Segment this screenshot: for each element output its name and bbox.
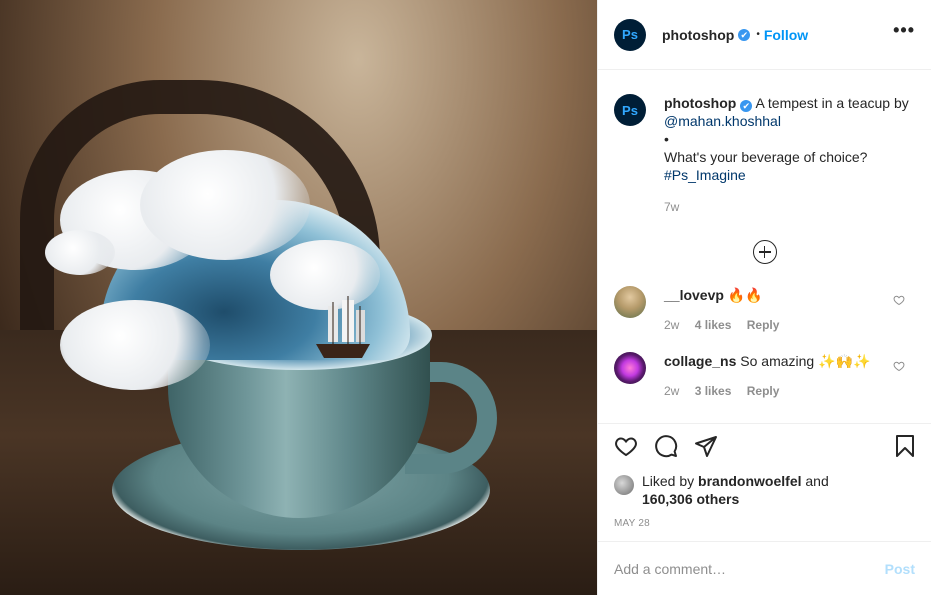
caption-bullet: • <box>664 131 669 147</box>
verified-badge-icon: ✔ <box>740 100 753 112</box>
comment-age: 2w <box>664 318 680 332</box>
likes-summary: Liked by brandonwoelfel and 160,306 othe… <box>598 472 931 508</box>
comment-text: So amazing ✨🙌✨ <box>740 353 871 369</box>
load-more-comments <box>614 240 915 264</box>
comment-age: 2w <box>664 384 680 398</box>
comment-body: collage_ns So amazing ✨🙌✨ 2w 3 likes Rep… <box>664 352 870 400</box>
comment-username[interactable]: collage_ns <box>664 353 736 369</box>
bookmark-icon[interactable] <box>893 434 917 458</box>
caption-mention-link[interactable]: @mahan.khoshhal <box>664 112 909 130</box>
comment-avatar[interactable] <box>614 352 646 384</box>
caption-author[interactable]: photoshop <box>664 95 736 111</box>
comment-body: __lovevp 🔥🔥 2w 4 likes Reply <box>664 286 791 334</box>
instagram-post-view: Ps photoshop ✔ • Follow ••• Ps photoshop… <box>0 0 931 595</box>
comment-reply-button[interactable]: Reply <box>747 318 780 332</box>
likes-others-link[interactable]: 160,306 others <box>642 491 739 507</box>
small-heart-icon[interactable] <box>893 294 905 306</box>
likes-and: and <box>805 473 829 489</box>
add-comment-bar: Post <box>598 541 931 595</box>
caption-body: photoshop ✔ A tempest in a teacup by @mah… <box>664 94 909 216</box>
comment-item: __lovevp 🔥🔥 2w 4 likes Reply <box>614 286 915 334</box>
caption-question: What's your beverage of choice? <box>664 149 868 165</box>
caption-text: A tempest in a teacup by <box>755 95 909 111</box>
avatar-label: Ps <box>622 27 638 42</box>
small-heart-icon[interactable] <box>893 360 905 372</box>
comment-item: collage_ns So amazing ✨🙌✨ 2w 3 likes Rep… <box>614 352 915 400</box>
post-actions-bar <box>598 424 931 472</box>
post-sidebar: Ps photoshop ✔ • Follow ••• Ps photoshop… <box>597 0 931 595</box>
likes-prefix: Liked by <box>642 473 695 489</box>
caption-age: 7w <box>664 200 680 214</box>
post-caption: Ps photoshop ✔ A tempest in a teacup by @… <box>614 70 915 216</box>
comment-meta: 2w 4 likes Reply <box>664 316 791 334</box>
author-avatar[interactable]: Ps <box>614 18 646 51</box>
ship-illustration <box>316 296 370 358</box>
avatar-label: Ps <box>622 102 638 118</box>
caption-author-avatar[interactable]: Ps <box>614 94 646 126</box>
post-image[interactable] <box>0 0 597 595</box>
comment-reply-button[interactable]: Reply <box>747 384 780 398</box>
more-options-icon[interactable]: ••• <box>893 21 915 39</box>
comments-section[interactable]: Ps photoshop ✔ A tempest in a teacup by @… <box>598 70 931 424</box>
post-comment-button[interactable]: Post <box>885 561 915 577</box>
comment-likes[interactable]: 3 likes <box>695 384 732 398</box>
post-date[interactable]: MAY 28 <box>598 518 931 529</box>
liker-username[interactable]: brandonwoelfel <box>698 473 801 489</box>
comment-likes[interactable]: 4 likes <box>695 318 732 332</box>
share-icon[interactable] <box>694 434 718 458</box>
follow-button[interactable]: Follow <box>764 27 808 43</box>
comment-icon[interactable] <box>654 434 678 458</box>
post-header: Ps photoshop ✔ • Follow ••• <box>598 0 931 70</box>
cloud-shape <box>140 150 310 260</box>
comment-avatar[interactable] <box>614 286 646 318</box>
liker-avatar[interactable] <box>614 475 634 495</box>
heart-icon[interactable] <box>614 434 638 458</box>
verified-badge-icon: ✔ <box>738 28 751 41</box>
add-circle-icon[interactable] <box>752 240 777 264</box>
caption-hashtag-link[interactable]: #Ps_Imagine <box>664 166 909 184</box>
comment-input[interactable] <box>614 560 885 577</box>
separator-dot: • <box>756 29 760 40</box>
likes-text: Liked by brandonwoelfel and 160,306 othe… <box>642 472 829 508</box>
author-username[interactable]: photoshop <box>662 27 734 43</box>
comment-meta: 2w 3 likes Reply <box>664 382 870 400</box>
cloud-shape <box>45 230 115 275</box>
comment-username[interactable]: __lovevp <box>664 287 724 303</box>
cloud-shape <box>60 300 210 390</box>
comment-text: 🔥🔥 <box>727 287 763 303</box>
